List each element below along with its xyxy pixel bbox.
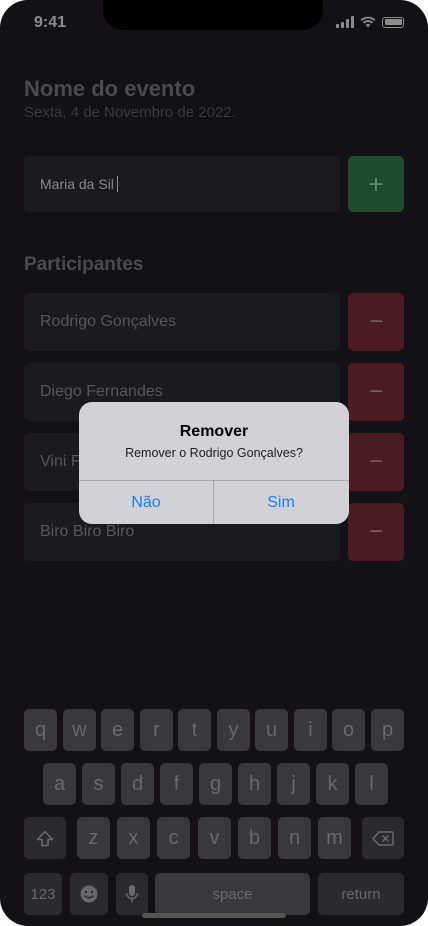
- minus-icon: −: [368, 518, 383, 545]
- status-time: 9:41: [34, 14, 67, 31]
- key-f[interactable]: f: [160, 763, 193, 805]
- battery-icon: [382, 16, 404, 28]
- text-caret: [116, 176, 118, 192]
- key-n[interactable]: n: [278, 817, 311, 859]
- status-icons: [336, 16, 404, 28]
- key-k[interactable]: k: [316, 763, 349, 805]
- dialog-message: Remover o Rodrigo Gonçalves?: [125, 446, 303, 460]
- key-y[interactable]: y: [217, 709, 250, 751]
- key-u[interactable]: u: [255, 709, 288, 751]
- key-v[interactable]: v: [198, 817, 231, 859]
- key-d[interactable]: d: [121, 763, 154, 805]
- participants-heading: Participantes: [24, 254, 144, 275]
- key-p[interactable]: p: [371, 709, 404, 751]
- participant-name: Rodrigo Gonçalves: [40, 313, 177, 330]
- key-s[interactable]: s: [82, 763, 115, 805]
- key-o[interactable]: o: [332, 709, 365, 751]
- participant-row: Rodrigo Gonçalves: [24, 293, 340, 351]
- key-b[interactable]: b: [238, 817, 271, 859]
- key-q[interactable]: q: [24, 709, 57, 751]
- key-x[interactable]: x: [117, 817, 150, 859]
- minus-icon: −: [368, 308, 383, 335]
- signal-icon: [336, 16, 354, 28]
- participant-name: Vini F: [40, 453, 81, 470]
- event-title: Nome do evento: [24, 76, 196, 101]
- microphone-key[interactable]: [116, 873, 148, 915]
- key-w[interactable]: w: [63, 709, 96, 751]
- key-m[interactable]: m: [318, 817, 351, 859]
- minus-icon: −: [368, 378, 383, 405]
- shift-key[interactable]: [24, 817, 66, 859]
- minus-icon: −: [368, 448, 383, 475]
- participant-name: Diego Fernandes: [40, 383, 163, 400]
- shift-icon: [36, 830, 54, 846]
- key-c[interactable]: c: [157, 817, 190, 859]
- key-z[interactable]: z: [77, 817, 110, 859]
- backspace-key[interactable]: [362, 817, 404, 859]
- key-g[interactable]: g: [199, 763, 232, 805]
- emoji-icon: [80, 885, 98, 903]
- remove-participant-button[interactable]: −: [348, 363, 404, 421]
- event-date: Sexta, 4 de Novembro de 2022.: [24, 104, 236, 121]
- space-key[interactable]: space: [155, 873, 310, 915]
- confirm-button[interactable]: Sim: [214, 481, 348, 524]
- home-indicator: [142, 913, 286, 918]
- wifi-icon: [360, 16, 376, 28]
- numbers-key[interactable]: 123: [24, 873, 62, 915]
- emoji-key[interactable]: [70, 873, 108, 915]
- key-t[interactable]: t: [178, 709, 211, 751]
- cancel-button[interactable]: Não: [79, 481, 213, 524]
- phone-screen: 9:41 Nome do evento Sexta, 4 de Novembro…: [0, 0, 428, 926]
- key-e[interactable]: e: [101, 709, 134, 751]
- return-key[interactable]: return: [318, 873, 404, 915]
- remove-confirm-dialog: Remover Remover o Rodrigo Gonçalves? Não…: [79, 402, 349, 524]
- participant-name: Biro Biro Biro: [40, 523, 135, 540]
- key-j[interactable]: j: [277, 763, 310, 805]
- key-r[interactable]: r: [140, 709, 173, 751]
- dialog-title: Remover: [179, 423, 249, 440]
- key-a[interactable]: a: [43, 763, 76, 805]
- microphone-icon: [125, 885, 139, 903]
- key-i[interactable]: i: [294, 709, 327, 751]
- keyboard: q w e r t y u i o p a s d f g h j k l z …: [0, 696, 428, 926]
- backspace-icon: [372, 830, 394, 846]
- status-bar: 9:41: [0, 0, 428, 46]
- participant-name-value: Maria da Sil: [40, 176, 114, 192]
- remove-participant-button[interactable]: −: [348, 293, 404, 351]
- remove-participant-button[interactable]: −: [348, 503, 404, 561]
- plus-icon: +: [368, 168, 384, 199]
- key-l[interactable]: l: [355, 763, 388, 805]
- participant-name-input[interactable]: Maria da Sil: [24, 156, 340, 212]
- remove-participant-button[interactable]: −: [348, 433, 404, 491]
- key-h[interactable]: h: [238, 763, 271, 805]
- add-participant-button[interactable]: +: [348, 156, 404, 212]
